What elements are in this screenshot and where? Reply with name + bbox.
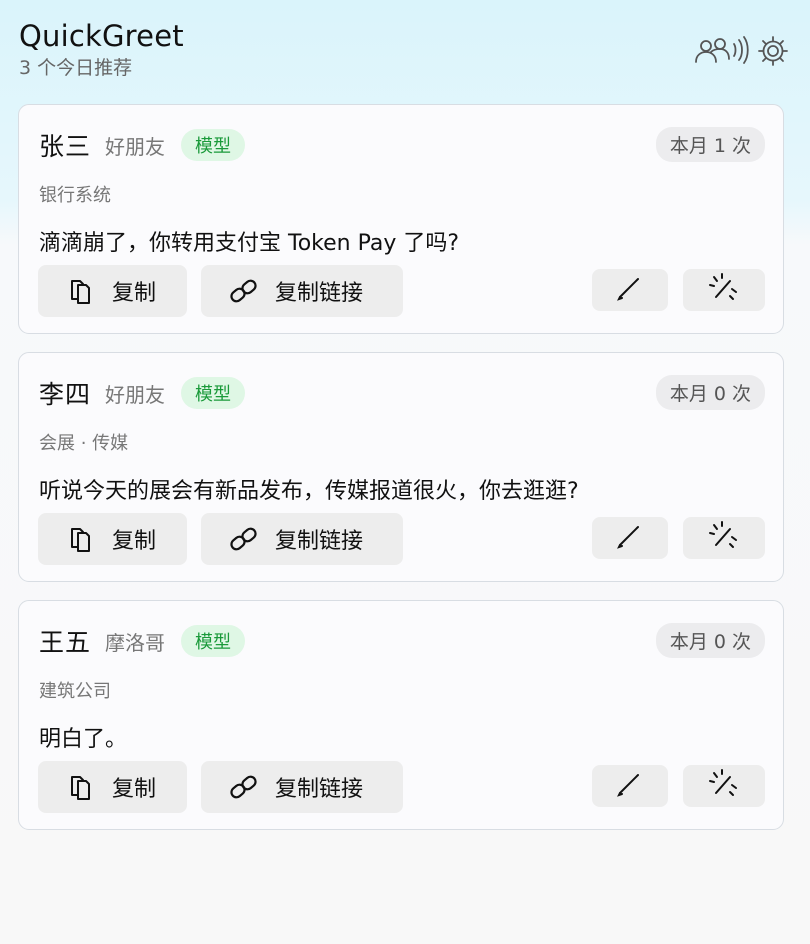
card-actions: 复制 复制链接 <box>38 265 765 317</box>
gear-icon[interactable] <box>756 34 790 68</box>
contact-name: 张三 <box>39 132 92 161</box>
pencil-icon <box>616 769 644 803</box>
contact-card: 张三 好朋友 模型 本月 1 次 银行系统 滴滴崩了，你转用支付宝 Token … <box>18 104 784 334</box>
contact-relation: 好朋友 <box>105 382 166 407</box>
contact-relation: 好朋友 <box>105 134 166 159</box>
copy-link-label: 复制链接 <box>275 777 364 802</box>
contact-tags: 会展 · 传媒 <box>39 433 129 454</box>
copy-button[interactable]: 复制 <box>38 513 187 565</box>
contact-relation: 摩洛哥 <box>105 630 166 655</box>
pencil-icon <box>616 273 644 307</box>
copy-link-button[interactable]: 复制链接 <box>201 513 403 565</box>
pencil-icon <box>616 521 644 555</box>
regenerate-button[interactable] <box>683 269 765 311</box>
copy-link-label: 复制链接 <box>275 281 364 306</box>
card-actions: 复制 复制链接 <box>38 513 765 565</box>
model-badge: 模型 <box>181 129 246 161</box>
copy-icon <box>66 524 96 554</box>
quickgreet-app: QuickGreet 3 个今日推荐 张三 好朋友 模型 本月 1 次 银行系统… <box>0 0 810 944</box>
model-badge: 模型 <box>181 377 246 409</box>
contact-tags: 建筑公司 <box>39 681 111 702</box>
magic-wand-icon <box>708 519 740 557</box>
contact-card: 李四 好朋友 模型 本月 0 次 会展 · 传媒 听说今天的展会有新品发布，传媒… <box>18 352 784 582</box>
usage-badge: 本月 0 次 <box>655 623 765 658</box>
people-broadcast-icon[interactable] <box>692 34 752 68</box>
contact-name: 王五 <box>39 628 92 657</box>
app-title: QuickGreet <box>19 19 184 53</box>
link-icon <box>229 524 259 554</box>
copy-icon <box>66 772 96 802</box>
copy-label: 复制 <box>112 777 157 802</box>
contact-header: 王五 摩洛哥 模型 <box>39 623 246 659</box>
contact-name: 李四 <box>39 380 92 409</box>
copy-link-label: 复制链接 <box>275 529 364 554</box>
copy-link-button[interactable]: 复制链接 <box>201 761 403 813</box>
greeting-message: 听说今天的展会有新品发布，传媒报道很火，你去逛逛? <box>39 479 579 504</box>
magic-wand-icon <box>708 271 740 309</box>
edit-button[interactable] <box>592 517 668 559</box>
copy-label: 复制 <box>112 281 157 306</box>
copy-label: 复制 <box>112 529 157 554</box>
header: QuickGreet 3 个今日推荐 <box>19 18 790 88</box>
header-actions <box>692 34 790 68</box>
magic-wand-icon <box>708 767 740 805</box>
link-icon <box>229 772 259 802</box>
contact-card: 王五 摩洛哥 模型 本月 0 次 建筑公司 明白了。 复制 复制链接 <box>18 600 784 830</box>
greeting-message: 明白了。 <box>39 727 128 752</box>
regenerate-button[interactable] <box>683 517 765 559</box>
card-actions: 复制 复制链接 <box>38 761 765 813</box>
usage-badge: 本月 1 次 <box>655 127 765 162</box>
contact-tags: 银行系统 <box>39 185 111 206</box>
contact-header: 李四 好朋友 模型 <box>39 375 246 411</box>
contact-header: 张三 好朋友 模型 <box>39 127 246 163</box>
usage-badge: 本月 0 次 <box>655 375 765 410</box>
greeting-message: 滴滴崩了，你转用支付宝 Token Pay 了吗? <box>39 231 460 256</box>
edit-button[interactable] <box>592 269 668 311</box>
regenerate-button[interactable] <box>683 765 765 807</box>
recommendation-count: 3 个今日推荐 <box>19 57 133 79</box>
edit-button[interactable] <box>592 765 668 807</box>
copy-button[interactable]: 复制 <box>38 761 187 813</box>
copy-icon <box>66 276 96 306</box>
copy-link-button[interactable]: 复制链接 <box>201 265 403 317</box>
model-badge: 模型 <box>181 625 246 657</box>
copy-button[interactable]: 复制 <box>38 265 187 317</box>
link-icon <box>229 276 259 306</box>
